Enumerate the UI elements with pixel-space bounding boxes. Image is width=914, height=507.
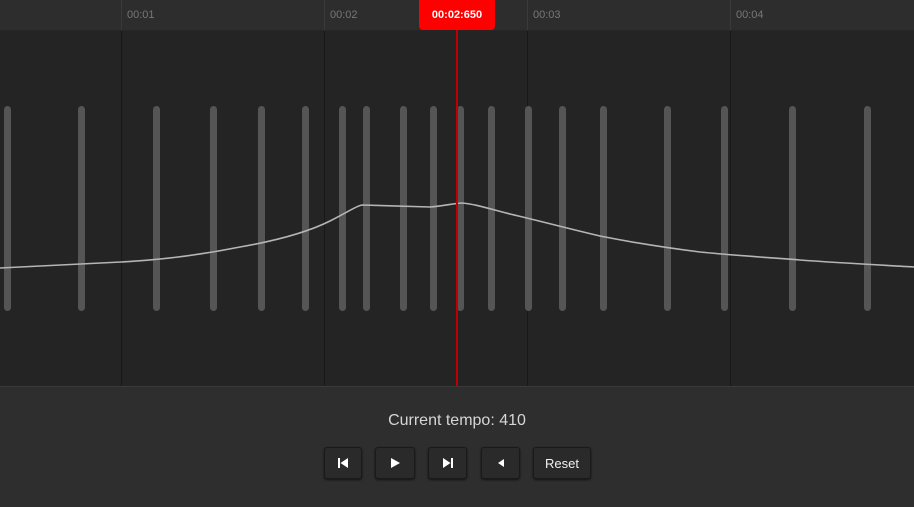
- ruler-tick: [527, 0, 528, 30]
- volume-button[interactable]: [481, 447, 520, 479]
- transport-controls: Current tempo: 410 Reset: [0, 386, 914, 507]
- ruler-tick: [121, 0, 122, 30]
- ruler-label-3: 00:03: [533, 9, 561, 21]
- ruler-tick: [324, 0, 325, 30]
- skip-forward-button[interactable]: [428, 447, 467, 479]
- skip-back-icon: [337, 457, 349, 469]
- reset-button-label: Reset: [545, 455, 579, 471]
- volume-icon: [496, 458, 506, 468]
- reset-button[interactable]: Reset: [533, 447, 591, 479]
- ruler-label-1: 00:01: [127, 9, 155, 21]
- ruler-tick: [730, 0, 731, 30]
- ruler-label-2: 00:02: [330, 9, 358, 21]
- play-button[interactable]: [375, 447, 415, 479]
- tempo-editor: 00:01 00:02 00:03 00:04 00:02:650 Curren…: [0, 0, 914, 507]
- current-tempo-label: Current tempo: 410: [388, 412, 526, 429]
- playhead-time-badge[interactable]: 00:02:650: [419, 0, 495, 30]
- play-icon: [389, 457, 401, 469]
- skip-forward-icon: [442, 457, 454, 469]
- ruler-label-4: 00:04: [736, 9, 764, 21]
- playhead-line: [456, 0, 458, 386]
- skip-back-button[interactable]: [324, 447, 362, 479]
